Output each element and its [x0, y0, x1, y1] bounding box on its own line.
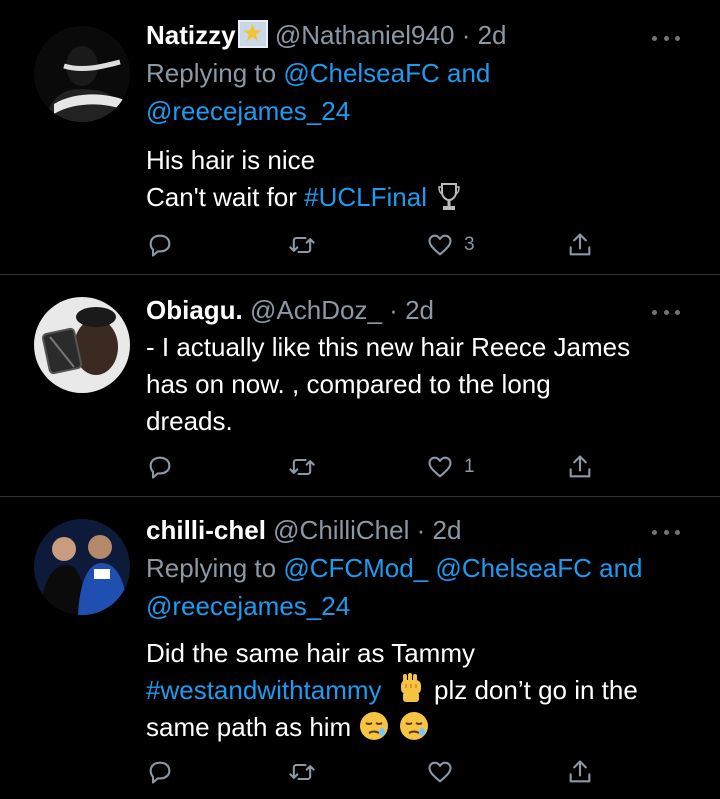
timestamp[interactable]: 2d — [433, 515, 462, 545]
reply-icon — [149, 761, 171, 784]
avatar[interactable] — [34, 297, 130, 393]
tweet-text-line: Did the same hair as Tammy — [146, 638, 475, 668]
heart-icon — [428, 456, 452, 478]
display-name[interactable]: chilli-chel — [146, 515, 266, 545]
tweet-2[interactable]: Obiagu. @AchDoz_ · 2d - I actually like … — [0, 275, 720, 495]
like-count: 3 — [464, 234, 475, 255]
display-name[interactable]: Obiagu. — [146, 295, 243, 325]
tweet-text-line: plz don’t go in the — [426, 675, 638, 705]
tweet-1[interactable]: Natizzy @Nathaniel940 · 2d Replying to @… — [0, 0, 720, 274]
retweet-button[interactable] — [288, 755, 316, 789]
heart-icon — [428, 234, 452, 256]
share-button[interactable] — [566, 450, 594, 484]
timestamp[interactable]: 2d — [405, 295, 434, 325]
user-handle[interactable]: @ChilliChel — [273, 515, 409, 545]
reply-button[interactable] — [146, 450, 174, 484]
share-icon — [569, 233, 591, 256]
timestamp[interactable]: 2d — [478, 20, 507, 50]
replying-to-label: Replying to — [146, 58, 277, 88]
more-icon[interactable] — [652, 528, 680, 536]
raised-fist-emoji — [400, 673, 421, 702]
separator: · — [461, 20, 471, 50]
like-button[interactable]: 1 — [426, 450, 475, 484]
display-name[interactable]: Natizzy — [146, 20, 236, 50]
heart-icon — [428, 761, 452, 783]
tweet-header: Obiagu. @AchDoz_ · 2d — [146, 295, 700, 325]
reply-icon — [149, 456, 171, 479]
like-button[interactable]: 3 — [426, 228, 475, 262]
replying-to: Replying to @ChelseaFC and @reecejames_2… — [146, 54, 700, 130]
share-button[interactable] — [566, 755, 594, 789]
user-handle[interactable]: @Nathaniel940 — [275, 20, 455, 50]
badge-icon — [237, 18, 268, 48]
separator: · — [389, 295, 398, 325]
tweet-text-line: same path as him — [146, 712, 359, 742]
mention-link[interactable]: @reecejames_24 — [146, 591, 350, 621]
retweet-icon — [289, 236, 315, 254]
trophy-icon — [438, 183, 460, 210]
retweet-icon — [289, 458, 315, 476]
hashtag-link[interactable]: #westandwithtammy — [146, 675, 382, 705]
mention-link[interactable]: @CFCMod_ — [283, 553, 428, 583]
user-handle[interactable]: @AchDoz_ — [250, 295, 382, 325]
retweet-icon — [289, 763, 315, 781]
tweet-header: chilli-chel @ChilliChel · 2d — [146, 515, 700, 545]
replying-to: Replying to @CFCMod_ @ChelseaFC and @ree… — [146, 549, 700, 625]
mention-link[interactable]: @ChelseaFC — [435, 553, 591, 583]
tweet-text-line: Can't wait for — [146, 182, 305, 212]
retweet-button[interactable] — [288, 228, 316, 262]
avatar[interactable] — [34, 519, 130, 615]
hashtag-link[interactable]: #UCLFinal — [304, 182, 427, 212]
action-bar — [146, 755, 606, 789]
sleepy-face-emoji — [399, 712, 428, 740]
tweet-header: Natizzy @Nathaniel940 · 2d — [146, 18, 700, 50]
retweet-button[interactable] — [288, 450, 316, 484]
reply-button[interactable] — [146, 228, 174, 262]
mention-link[interactable]: @ChelseaFC — [283, 58, 439, 88]
tweet-text-line: has on now. , compared to the long — [146, 369, 551, 399]
share-button[interactable] — [566, 228, 594, 262]
tweet-text-line: - I actually like this new hair Reece Ja… — [146, 332, 631, 362]
tweet-text-line: His hair is nice — [146, 145, 316, 175]
tweet-text: - I actually like this new hair Reece Ja… — [146, 329, 700, 440]
tweet-text: His hair is nice Can't wait for #UCLFina… — [146, 142, 700, 216]
mention-link[interactable]: @reecejames_24 — [146, 96, 350, 126]
like-count: 1 — [464, 456, 475, 477]
action-bar: 1 — [146, 450, 606, 484]
more-icon[interactable] — [652, 34, 680, 42]
tweet-3[interactable]: chilli-chel @ChilliChel · 2d Replying to… — [0, 497, 720, 799]
avatar[interactable] — [34, 26, 130, 122]
reply-icon — [149, 234, 171, 257]
reply-button[interactable] — [146, 755, 174, 789]
like-button[interactable] — [426, 755, 464, 789]
tweet-text: Did the same hair as Tammy #westandwitht… — [146, 635, 700, 746]
share-icon — [569, 760, 591, 783]
tweet-text-line: dreads. — [146, 406, 233, 436]
share-icon — [569, 455, 591, 478]
sleepy-face-emoji — [360, 712, 389, 740]
action-bar: 3 — [146, 228, 606, 262]
more-icon[interactable] — [652, 308, 680, 316]
mention-and[interactable]: and — [447, 58, 490, 88]
mention-and[interactable]: and — [599, 553, 642, 583]
separator: · — [416, 515, 426, 545]
replying-to-label: Replying to — [146, 553, 277, 583]
